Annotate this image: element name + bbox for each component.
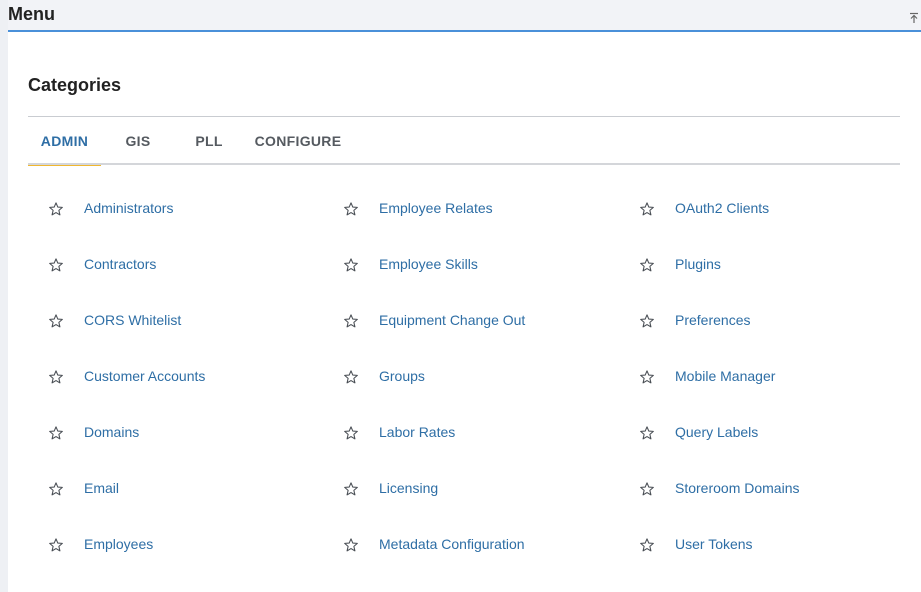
star-icon[interactable]: [639, 312, 655, 328]
menu-item-label[interactable]: Storeroom Domains: [675, 476, 800, 500]
star-icon[interactable]: [343, 368, 359, 384]
star-icon[interactable]: [343, 312, 359, 328]
menu-item-label[interactable]: Employee Relates: [379, 196, 493, 220]
star-icon[interactable]: [343, 536, 359, 552]
menu-item-label[interactable]: Metadata Configuration: [379, 532, 525, 556]
star-icon[interactable]: [639, 368, 655, 384]
star-icon[interactable]: [639, 200, 655, 216]
menu-title: Menu: [8, 4, 55, 24]
tab-configure[interactable]: CONFIGURE: [250, 117, 346, 163]
star-icon[interactable]: [343, 200, 359, 216]
star-icon[interactable]: [48, 256, 64, 272]
menu-item-label[interactable]: OAuth2 Clients: [675, 196, 769, 220]
star-icon[interactable]: [48, 200, 64, 216]
star-icon[interactable]: [48, 368, 64, 384]
menu-item-label[interactable]: Equipment Change Out: [379, 308, 525, 332]
menu-item-label[interactable]: Mobile Manager: [675, 364, 775, 388]
menu-item-label[interactable]: Employee Skills: [379, 252, 478, 276]
star-icon[interactable]: [639, 480, 655, 496]
star-icon[interactable]: [343, 256, 359, 272]
categories-panel: Categories ADMIN GIS PLL CONFIGURE Admin…: [8, 32, 921, 592]
menu-item-label[interactable]: Contractors: [84, 252, 156, 276]
categories-title: Categories: [28, 75, 122, 95]
menu-item-label[interactable]: Employees: [84, 532, 153, 556]
menu-item-label[interactable]: Email: [84, 476, 119, 500]
menu-item-label[interactable]: Plugins: [675, 252, 721, 276]
tab-pll[interactable]: PLL: [186, 117, 232, 163]
menu-item-label[interactable]: Administrators: [84, 196, 173, 220]
tabs-divider: [28, 163, 900, 165]
star-icon[interactable]: [639, 424, 655, 440]
left-gutter: [0, 0, 8, 592]
tab-gis[interactable]: GIS: [113, 117, 163, 163]
menu-item-label[interactable]: Preferences: [675, 308, 750, 332]
star-icon[interactable]: [48, 424, 64, 440]
menu-item-label[interactable]: Groups: [379, 364, 425, 388]
menu-header: Menu: [8, 0, 921, 32]
star-icon[interactable]: [48, 312, 64, 328]
tab-admin[interactable]: ADMIN: [28, 117, 101, 166]
star-icon[interactable]: [48, 536, 64, 552]
menu-item-label[interactable]: CORS Whitelist: [84, 308, 181, 332]
menu-item-label[interactable]: Domains: [84, 420, 139, 444]
menu-item-label[interactable]: Customer Accounts: [84, 364, 205, 388]
collapse-up-icon[interactable]: [909, 11, 919, 23]
star-icon[interactable]: [639, 536, 655, 552]
menu-item-label[interactable]: User Tokens: [675, 532, 753, 556]
star-icon[interactable]: [343, 480, 359, 496]
star-icon[interactable]: [48, 480, 64, 496]
menu-item-label[interactable]: Licensing: [379, 476, 438, 500]
menu-item-label[interactable]: Labor Rates: [379, 420, 455, 444]
star-icon[interactable]: [639, 256, 655, 272]
category-tabs: ADMIN GIS PLL CONFIGURE: [28, 117, 900, 166]
menu-item-label[interactable]: Query Labels: [675, 420, 758, 444]
star-icon[interactable]: [343, 424, 359, 440]
